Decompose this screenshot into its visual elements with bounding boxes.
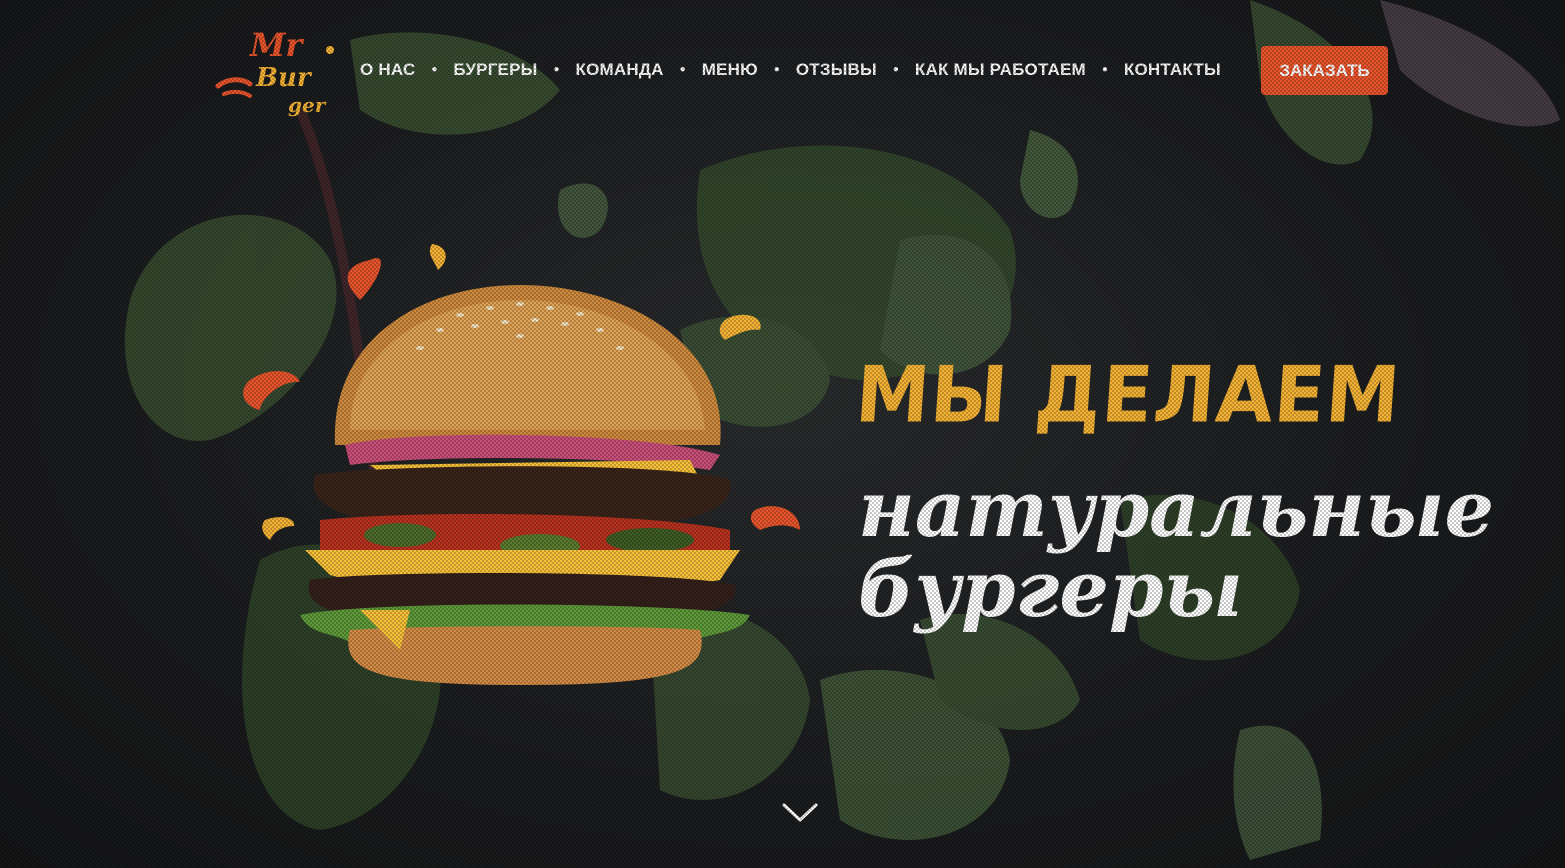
mr-burger-logo[interactable]: Mr Bur ger xyxy=(214,20,338,120)
nav-separator: ● xyxy=(1101,64,1108,75)
nav-item-reviews[interactable]: ОТЗЫВЫ xyxy=(796,60,877,80)
nav-item-menu[interactable]: МЕНЮ xyxy=(702,60,758,80)
burger-image xyxy=(243,244,800,685)
nav-separator: ● xyxy=(773,64,780,75)
main-nav: О НАС ● БУРГЕРЫ ● КОМАНДА ● МЕНЮ ● ОТЗЫВ… xyxy=(360,46,1221,94)
svg-text:Mr: Mr xyxy=(249,26,304,64)
headline-we-make: МЫ ДЕЛАЕМ xyxy=(852,349,1404,441)
nav-separator: ● xyxy=(431,64,438,75)
order-button[interactable]: ЗАКАЗАТЬ xyxy=(1261,46,1388,95)
nav-separator: ● xyxy=(892,64,899,75)
headline-natural: натуральные xyxy=(858,464,1495,555)
nav-item-contacts[interactable]: КОНТАКТЫ xyxy=(1124,60,1221,80)
nav-item-about[interactable]: О НАС xyxy=(360,60,415,80)
nav-separator: ● xyxy=(553,64,560,75)
headline-natural-burgers: натуральные бургеры xyxy=(858,470,1494,630)
svg-text:ger: ger xyxy=(288,93,327,117)
chevron-down-icon[interactable] xyxy=(781,800,819,826)
nav-item-burgers[interactable]: БУРГЕРЫ xyxy=(453,60,537,80)
hero-section: Mr Bur ger О НАС ● БУРГЕРЫ ● КОМАНДА ● М… xyxy=(0,0,1565,868)
nav-item-how-we-work[interactable]: КАК МЫ РАБОТАЕМ xyxy=(915,60,1086,80)
headline-burgers: бургеры xyxy=(858,544,1243,635)
svg-text:Bur: Bur xyxy=(255,63,313,93)
nav-item-team[interactable]: КОМАНДА xyxy=(576,60,664,80)
nav-separator: ● xyxy=(679,64,686,75)
